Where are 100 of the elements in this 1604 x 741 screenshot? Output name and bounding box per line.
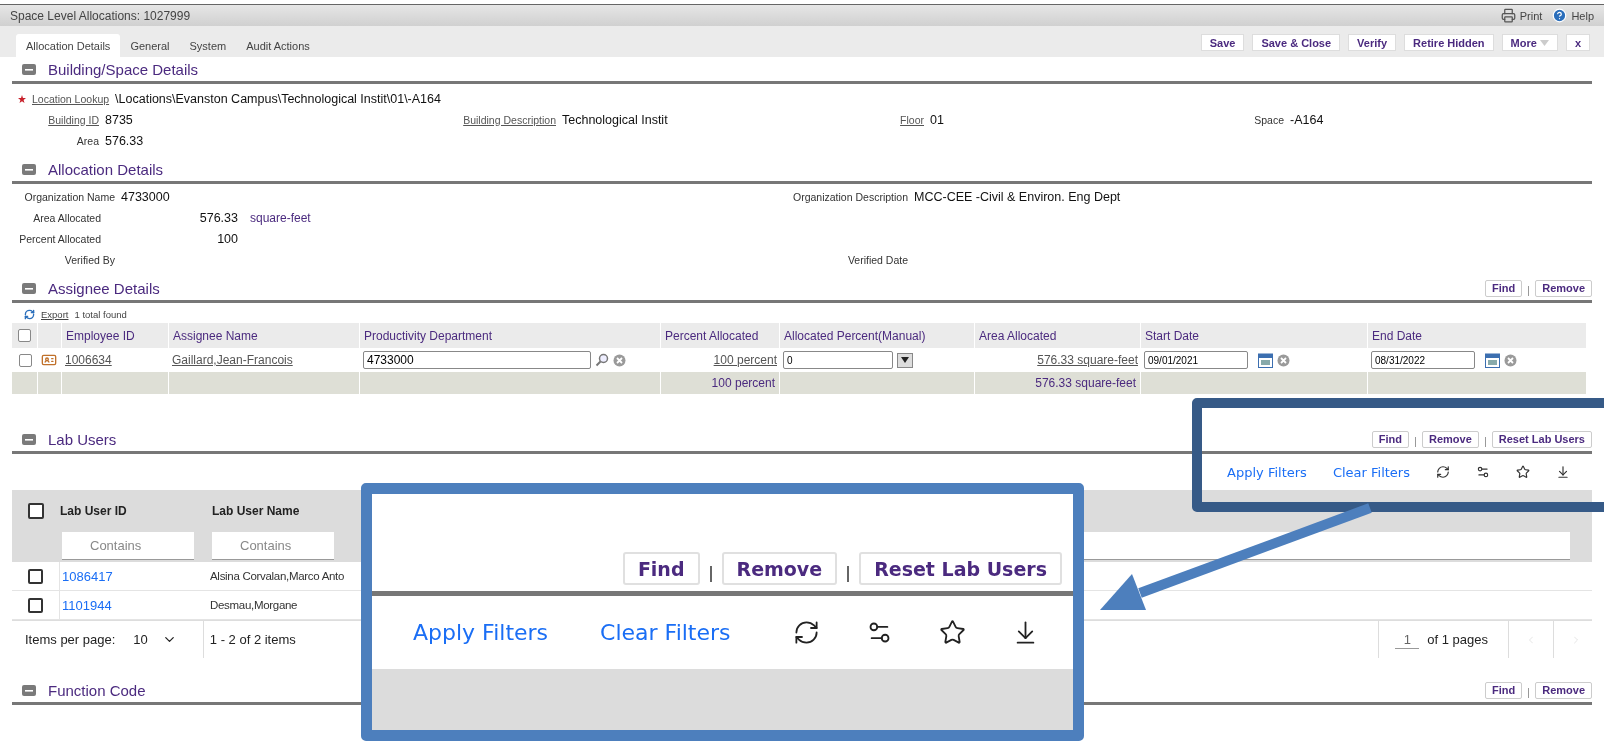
toolbar-button[interactable]: Save & Close	[1252, 34, 1341, 51]
items-per-page-select[interactable]: 10	[127, 631, 183, 648]
column-header: Lab User ID	[60, 503, 128, 520]
toolbar-button[interactable]: More	[1501, 34, 1558, 51]
column-header: Assignee Name	[169, 323, 360, 348]
filter-link[interactable]: Apply Filters	[1227, 464, 1307, 480]
dropdown-button[interactable]	[897, 352, 913, 368]
star-icon	[1516, 465, 1530, 479]
sliders-icon	[1476, 465, 1490, 479]
collapse-icon[interactable]	[22, 433, 36, 445]
field-label: Verified Date	[847, 253, 908, 266]
refresh-button[interactable]	[1436, 465, 1450, 479]
filter-input[interactable]: Contains	[212, 532, 334, 560]
collapse-icon[interactable]	[22, 282, 36, 294]
favorite-button[interactable]	[1516, 465, 1530, 479]
field-value: 576.33	[199, 210, 238, 225]
section-button[interactable]: Find	[1371, 430, 1409, 448]
export-link[interactable]: Export	[41, 309, 69, 320]
field-label: Area	[76, 134, 99, 147]
caret-icon	[1539, 39, 1549, 46]
total-cell	[38, 372, 62, 394]
filter-input[interactable]: Contains	[62, 532, 194, 560]
filter-input[interactable]	[1084, 532, 1570, 560]
clear-icon[interactable]	[613, 353, 626, 367]
print-link[interactable]: Print	[1500, 8, 1543, 23]
section-button[interactable]: Find	[1485, 279, 1523, 297]
checkbox[interactable]	[18, 329, 31, 342]
end-date-input[interactable]: 08/31/2022	[1371, 351, 1475, 369]
percent-link[interactable]: 100 percent	[713, 353, 777, 367]
assignee-name-link[interactable]: Gaillard,Jean-Francois	[172, 353, 293, 367]
manual-percent-input[interactable]: 0	[783, 351, 893, 369]
tab[interactable]: Allocation Details	[16, 34, 121, 57]
column-header: Lab User Name	[211, 503, 301, 520]
section-button[interactable]: Remove	[1422, 430, 1479, 448]
filter-link[interactable]: Clear Filters	[600, 620, 731, 645]
download-icon	[1556, 465, 1570, 479]
column-header: Start Date	[1141, 323, 1368, 348]
toolbar-button[interactable]: Verify	[1348, 34, 1397, 51]
star-icon[interactable]	[938, 619, 966, 646]
field-label: Organization Description	[793, 190, 908, 203]
field-label-link[interactable]: Building Description	[463, 113, 556, 126]
unit-link[interactable]: square-feet	[250, 210, 311, 225]
collapse-icon[interactable]	[22, 163, 36, 175]
section-button[interactable]: Reset Lab Users	[1491, 430, 1592, 448]
column-header: End Date	[1368, 323, 1587, 348]
items-per-page-label: Items per page:	[25, 632, 116, 647]
tab[interactable]: Audit Actions	[236, 34, 320, 57]
filter-link[interactable]: Clear Filters	[1332, 464, 1410, 480]
checkbox[interactable]	[28, 503, 44, 519]
checkbox[interactable]	[28, 597, 43, 613]
export-icon[interactable]	[24, 309, 35, 320]
collapse-icon[interactable]	[22, 684, 36, 696]
collapse-icon[interactable]	[22, 63, 36, 75]
field-value: MCC-CEE -Civil & Environ. Eng Dept	[914, 189, 1121, 204]
field-label-link[interactable]: Building ID	[48, 113, 99, 126]
refresh-icon[interactable]	[792, 619, 820, 646]
section-button[interactable]: Find	[1485, 681, 1523, 699]
tab[interactable]: General	[120, 34, 180, 57]
field-label: Space	[1254, 113, 1284, 126]
department-input[interactable]: 4733000	[363, 351, 591, 369]
field-label-link[interactable]: Location Lookup	[32, 92, 110, 105]
toolbar-button[interactable]: Retire Hidden	[1404, 34, 1494, 51]
field-value: -A164	[1290, 112, 1324, 127]
start-date-input[interactable]: 09/01/2021	[1144, 351, 1248, 369]
area-link[interactable]: 576.33 square-feet	[1037, 353, 1138, 367]
clear-icon[interactable]	[1504, 353, 1517, 367]
filter-link[interactable]: Apply Filters	[413, 620, 549, 645]
section-button[interactable]: Remove	[1535, 681, 1592, 699]
help-icon	[1552, 8, 1568, 23]
print-icon	[1500, 8, 1516, 23]
employee-id-link[interactable]: 1006634	[65, 353, 112, 367]
download-button[interactable]	[1556, 465, 1570, 479]
help-link[interactable]: Help	[1552, 8, 1594, 23]
section-button[interactable]: Reset Lab Users	[859, 552, 1062, 585]
section-button[interactable]: Find	[622, 552, 700, 585]
lab-user-id-link[interactable]: 1101944	[62, 597, 112, 613]
item-range: 1 - 2 of 2 items	[209, 632, 296, 647]
section-button[interactable]: Remove	[1535, 279, 1592, 297]
checkbox[interactable]	[28, 568, 43, 584]
search-icon[interactable]	[595, 353, 609, 367]
clear-icon[interactable]	[1277, 353, 1290, 367]
toolbar-button[interactable]: Save	[1200, 34, 1245, 51]
section-title: Function Code	[48, 681, 146, 699]
calendar-icon[interactable]	[1258, 352, 1273, 368]
tab[interactable]: System	[179, 34, 237, 57]
toolbar-button[interactable]: x	[1565, 34, 1590, 51]
field-label-link[interactable]: Floor	[900, 113, 924, 126]
section-button[interactable]: Remove	[721, 552, 838, 585]
lab-user-name: Alsina Corvalan,Marco Anto	[210, 570, 345, 582]
column-header: Percent Allocated	[661, 323, 780, 348]
calendar-icon[interactable]	[1485, 352, 1500, 368]
total-percent: 100 percent	[711, 376, 775, 390]
column-header: Allocated Percent(Manual)	[780, 323, 975, 348]
page-total: of 1 pages	[1427, 632, 1488, 647]
checkbox[interactable]	[18, 353, 32, 367]
field-label: Verified By	[64, 253, 115, 266]
settings-button[interactable]	[1476, 465, 1490, 479]
field-value: 8735	[105, 112, 133, 127]
lab-user-id-link[interactable]: 1086417	[62, 568, 113, 584]
id-card-icon[interactable]	[41, 352, 57, 368]
